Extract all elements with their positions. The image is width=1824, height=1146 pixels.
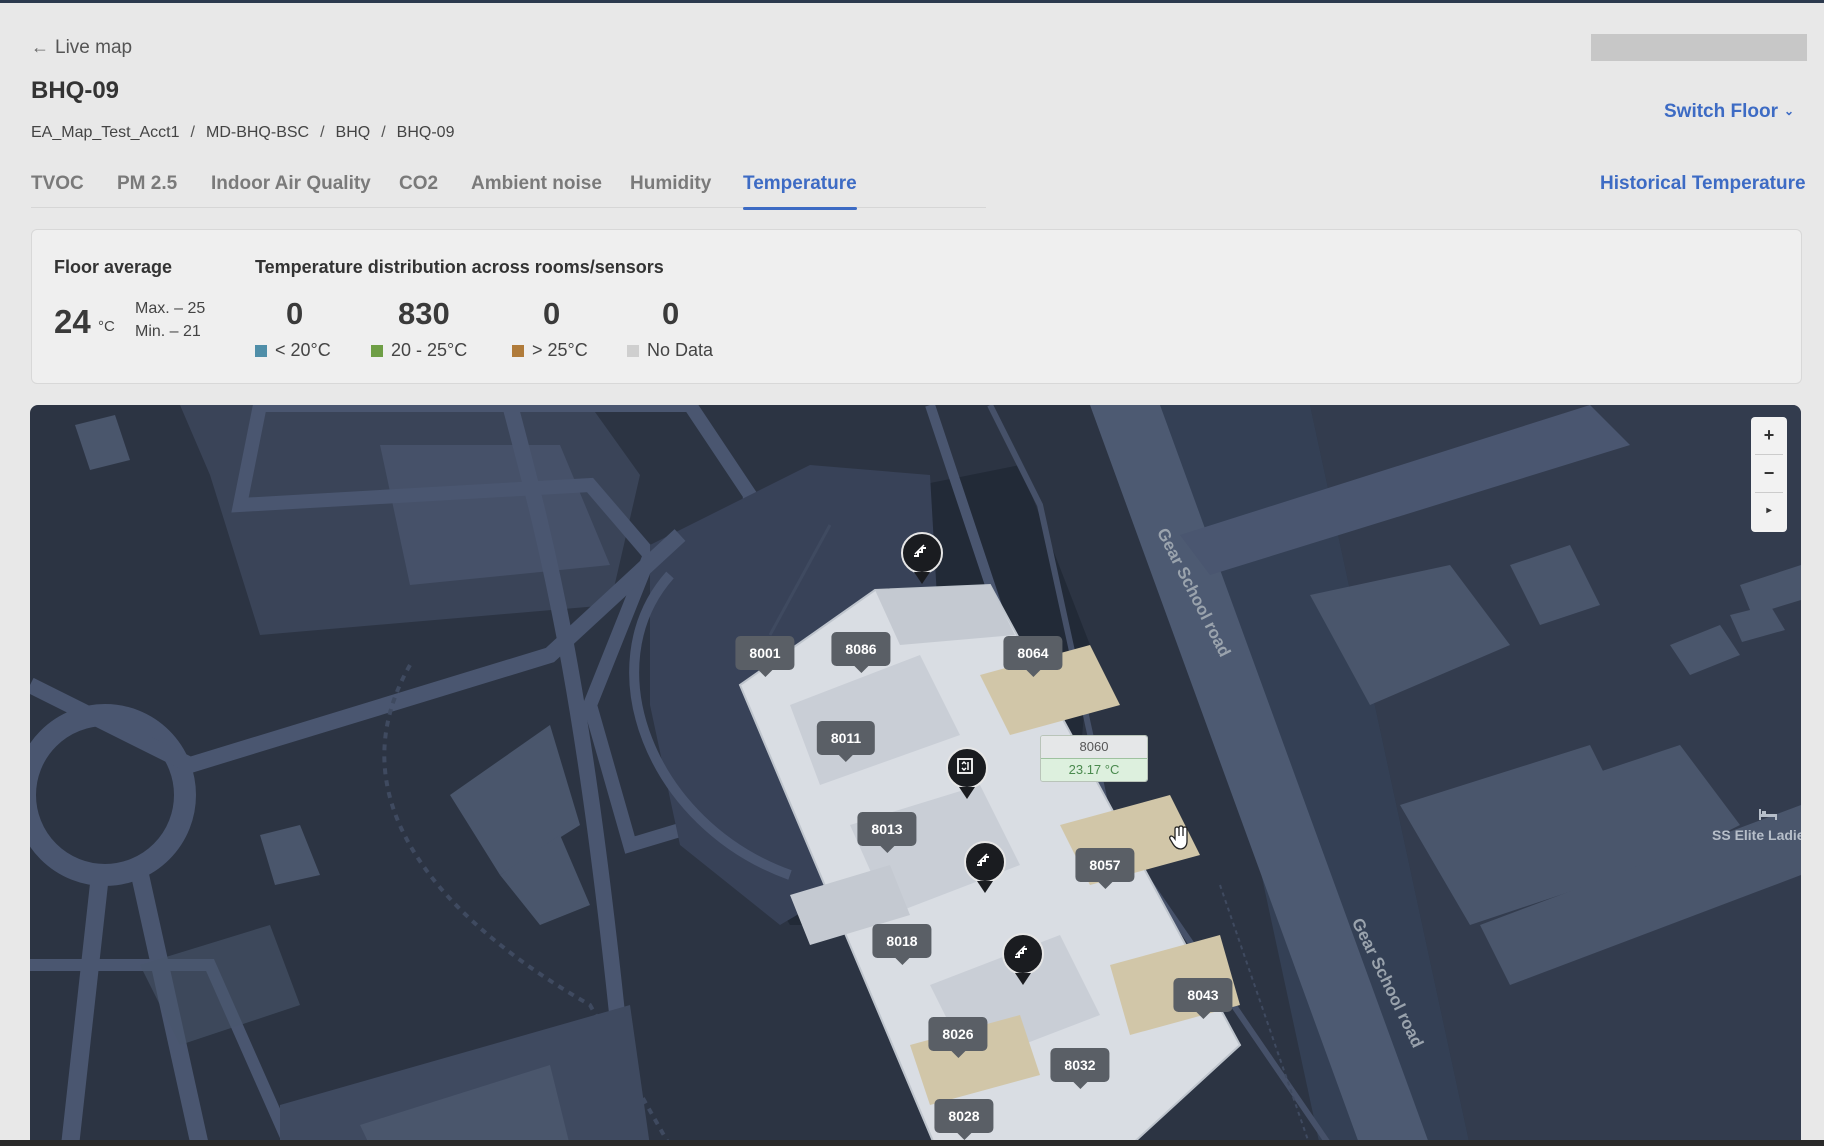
floor-map[interactable]: Gear School road Gear School road 8001 8… [30,405,1801,1146]
switch-floor-button[interactable]: Switch Floor ⌄ [1664,101,1794,123]
legend-swatch [512,345,524,357]
tab-co2[interactable]: CO2 [399,173,438,195]
room-label-8028[interactable]: 8028 [934,1099,994,1140]
breadcrumb-account[interactable]: EA_Map_Test_Acct1 [31,124,180,141]
floor-average-value: 24 [54,303,91,340]
room-label-8018[interactable]: 8018 [872,924,932,965]
metric-tabs: TVOC PM 2.5 Indoor Air Quality CO2 Ambie… [31,165,986,210]
zoom-in-button[interactable]: + [1751,417,1787,453]
distribution-count: 0 [662,296,680,331]
stairs-icon[interactable] [901,532,943,584]
legend-swatch [371,345,383,357]
stairs-icon[interactable] [964,841,1006,893]
distribution-label: Temperature distribution across rooms/se… [255,257,664,277]
max-value: Max. – 25 [135,300,206,317]
poi-name: SS Elite Ladie [1712,827,1801,843]
distribution-item-no-data: 0 No Data [627,296,713,361]
tab-pm25[interactable]: PM 2.5 [117,173,177,195]
room-label-8043[interactable]: 8043 [1173,978,1233,1019]
tooltip-room: 8060 [1041,736,1147,758]
historical-temperature-link[interactable]: Historical Temperature [1600,173,1806,195]
bottom-bar [0,1140,1824,1146]
tab-ambient-noise[interactable]: Ambient noise [471,173,602,195]
floor-average-unit: °C [98,318,115,335]
tab-humidity[interactable]: Humidity [630,173,711,195]
legend-swatch [255,345,267,357]
stairs-icon[interactable] [1002,933,1044,985]
distribution-item-below-20: 0 < 20°C [255,296,331,361]
room-label-8026[interactable]: 8026 [928,1017,988,1058]
legend-label: 20 - 25°C [391,340,468,360]
breadcrumb-building[interactable]: BHQ [336,124,371,141]
room-tooltip: 8060 23.17 °C [1040,735,1148,782]
breadcrumb-site[interactable]: MD-BHQ-BSC [206,124,309,141]
tooltip-temperature: 23.17 °C [1041,758,1147,781]
back-label: Live map [55,37,133,58]
breadcrumb-floor[interactable]: BHQ-09 [397,124,455,141]
poi-label: SS Elite Ladie [1712,809,1801,843]
room-label-8064[interactable]: 8064 [1003,636,1063,677]
chevron-down-icon: ⌄ [1784,104,1795,118]
arrow-left-icon: ← [31,37,49,57]
tab-temperature[interactable]: Temperature [743,173,857,210]
map-background [30,405,1801,1146]
room-label-8086[interactable]: 8086 [831,632,891,673]
legend-label: < 20°C [275,340,331,360]
placeholder-block [1591,34,1807,61]
room-label-8032[interactable]: 8032 [1050,1048,1110,1089]
min-value: Min. – 21 [135,323,201,340]
room-label-8057[interactable]: 8057 [1075,848,1135,889]
zoom-out-button[interactable]: − [1751,455,1787,491]
legend-label: No Data [647,340,714,360]
distribution-count: 0 [286,296,304,331]
distribution-item-above-25: 0 > 25°C [512,296,588,361]
distribution-count: 0 [543,296,561,331]
floor-average-label: Floor average [54,257,173,277]
switch-floor-label: Switch Floor [1664,101,1778,122]
reset-orientation-button[interactable]: ▸ [1751,493,1787,529]
room-label-8011[interactable]: 8011 [816,721,876,762]
legend-label: > 25°C [532,340,588,360]
back-to-live-map-link[interactable]: ← Live map [31,37,132,59]
room-label-8013[interactable]: 8013 [857,812,917,853]
zoom-controls: + − ▸ [1751,417,1787,532]
distribution-count: 830 [398,296,450,331]
breadcrumb: EA_Map_Test_Acct1/MD-BHQ-BSC / BHQ / BHQ-09 [31,124,455,141]
stats-card: Floor average 24 °C Max. – 25 Min. – 21 … [31,229,1802,384]
top-border [0,0,1824,3]
distribution-item-20-25: 830 20 - 25°C [371,296,467,361]
page-title: BHQ-09 [31,77,120,104]
elevator-icon[interactable] [946,747,988,799]
tab-tvoc[interactable]: TVOC [31,173,84,195]
legend-swatch [627,345,639,357]
room-label-8001[interactable]: 8001 [735,636,795,677]
tab-indoor-air-quality[interactable]: Indoor Air Quality [211,173,371,195]
